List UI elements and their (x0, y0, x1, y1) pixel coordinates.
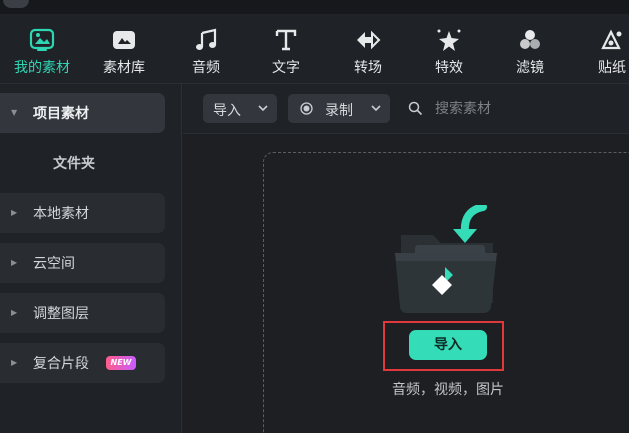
sidebar-item-label: 云空间 (33, 256, 75, 272)
sidebar-item-compound-clip[interactable]: ▶ 复合片段 NEW (0, 343, 165, 383)
sticker-icon (601, 29, 622, 50)
sidebar-item-local-media[interactable]: ▶ 本地素材 (0, 193, 165, 233)
import-hint: 音频，视频，图片 (392, 382, 504, 398)
sidebar-item-cloud[interactable]: ▶ 云空间 (0, 243, 165, 283)
expanded-arrow-icon: ▼ (11, 108, 18, 117)
sidebar-item-label: 复合片段 (33, 356, 89, 372)
tab-label: 我的素材 (14, 60, 70, 76)
media-sidebar: ▼ 项目素材 文件夹 ▶ 本地素材 ▶ 云空间 ▶ 调整图层 ▶ 复合片段 NE… (0, 84, 182, 433)
import-dropdown-label: 导入 (213, 103, 241, 119)
record-dropdown-label: 录制 (325, 103, 353, 119)
tab-effects[interactable]: 特效 (414, 14, 484, 84)
filter-circles-icon (520, 30, 540, 49)
tab-label: 滤镜 (516, 60, 544, 76)
tab-label: 素材库 (103, 60, 145, 76)
transition-icon (357, 30, 381, 50)
collapsed-arrow-icon: ▶ (11, 208, 18, 217)
tab-label: 音频 (192, 60, 220, 76)
tab-label: 特效 (435, 60, 463, 76)
search-input[interactable] (435, 98, 595, 120)
tab-text[interactable]: 文字 (251, 14, 321, 84)
import-button[interactable]: 导入 (409, 330, 487, 360)
tab-label: 贴纸 (598, 60, 626, 76)
sidebar-item-label: 调整图层 (33, 306, 89, 322)
tab-audio[interactable]: 音频 (171, 14, 241, 84)
stock-library-icon (113, 31, 135, 49)
tab-label: 转场 (354, 60, 382, 76)
tab-stickers[interactable]: 贴纸 (577, 14, 629, 84)
sidebar-item-folder[interactable]: 文件夹 (0, 143, 165, 183)
tab-label: 文字 (272, 60, 300, 76)
tab-transitions[interactable]: 转场 (333, 14, 403, 84)
media-toolbar: 我的素材 素材库 音频 文字 转场 特效 滤镜 贴纸 (0, 14, 629, 84)
record-icon (300, 102, 313, 115)
import-folder-icon (395, 205, 497, 313)
media-content: 导入 音频，视频，图片 (183, 135, 629, 433)
collapsed-arrow-icon: ▶ (11, 258, 18, 267)
sidebar-item-project-media[interactable]: ▼ 项目素材 (0, 93, 165, 133)
chevron-down-icon (258, 105, 268, 112)
window-control[interactable] (3, 0, 29, 8)
import-dropdown[interactable]: 导入 (203, 94, 277, 123)
tab-my-media[interactable]: 我的素材 (7, 14, 77, 84)
my-media-icon (29, 28, 55, 51)
tab-stock-library[interactable]: 素材库 (89, 14, 159, 84)
record-dropdown[interactable]: 录制 (288, 94, 390, 123)
effects-sparkle-icon (437, 29, 461, 51)
media-header: 导入 录制 (183, 84, 629, 134)
sidebar-item-adjustment-layer[interactable]: ▶ 调整图层 (0, 293, 165, 333)
search-icon (408, 101, 423, 116)
sidebar-item-label: 本地素材 (33, 206, 89, 222)
tab-filters[interactable]: 滤镜 (495, 14, 565, 84)
sidebar-item-label: 项目素材 (33, 106, 89, 122)
text-icon (275, 29, 297, 51)
chevron-down-icon (371, 105, 381, 112)
collapsed-arrow-icon: ▶ (11, 358, 18, 367)
sidebar-item-label: 文件夹 (53, 156, 95, 172)
new-badge: NEW (106, 356, 136, 370)
music-note-icon (196, 28, 217, 50)
collapsed-arrow-icon: ▶ (11, 308, 18, 317)
title-strip (0, 0, 629, 14)
